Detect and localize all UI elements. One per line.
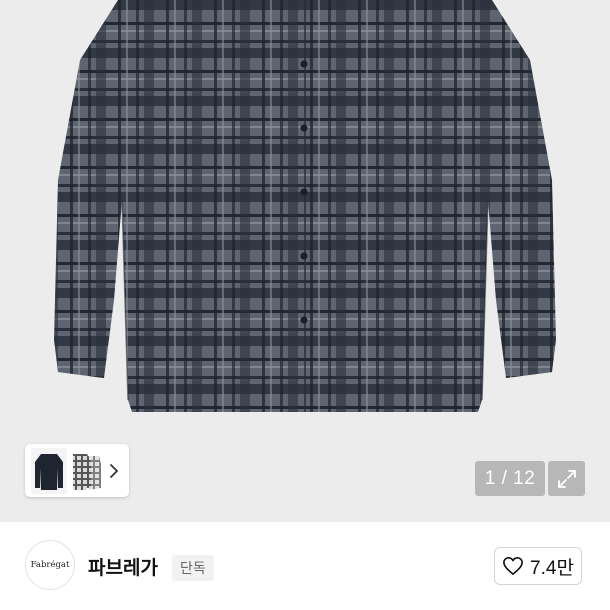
like-count: 7.4만: [530, 557, 574, 579]
product-image-viewer[interactable]: 1 / 12: [0, 0, 610, 522]
thumbnail-1[interactable]: [31, 447, 67, 494]
like-button[interactable]: 7.4만: [494, 547, 582, 585]
brand-logo[interactable]: Fabrégat: [25, 540, 75, 590]
thumbnail-next-button[interactable]: [105, 451, 123, 491]
chevron-right-icon: [110, 463, 118, 478]
thumbnail-strip: [25, 444, 129, 497]
expand-arrows-icon: [557, 469, 576, 488]
brand-logo-text: Fabrégat: [30, 560, 70, 570]
brand-name[interactable]: 파브레가: [88, 553, 158, 580]
navy-shirt-thumb-icon: [31, 447, 67, 494]
thumbnail-2[interactable]: [69, 448, 103, 494]
check-shirt-thumb-icon: [73, 453, 101, 490]
exclusive-badge: 단독: [172, 555, 214, 581]
heart-outline-icon: [503, 557, 523, 575]
expand-button[interactable]: [548, 461, 585, 496]
image-counter: 1 / 12: [475, 461, 545, 496]
